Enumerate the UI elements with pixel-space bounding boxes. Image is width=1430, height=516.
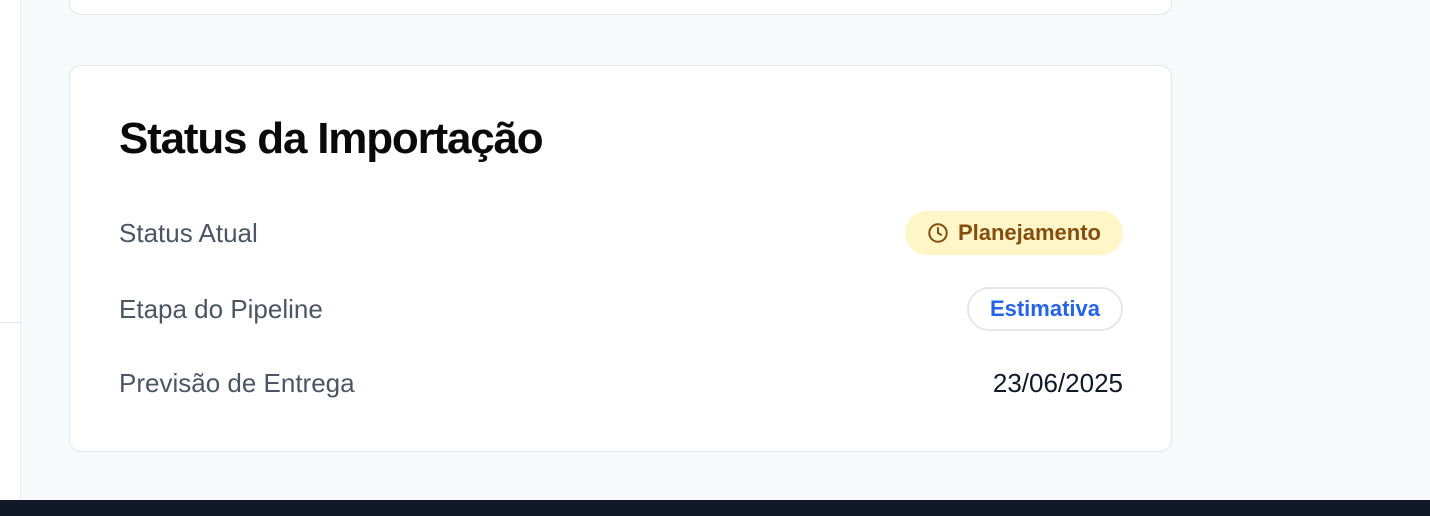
current-status-badge: Planejamento <box>904 211 1123 255</box>
bottom-bar <box>0 500 1430 516</box>
status-row-current: Status Atual Planejamento <box>119 211 1123 255</box>
left-sidebar-panel <box>0 0 21 500</box>
pipeline-stage-badge: Estimativa <box>966 287 1123 331</box>
status-row-delivery-forecast: Previsão de Entrega 23/06/2025 <box>119 361 1123 405</box>
current-status-label: Status Atual <box>119 217 258 248</box>
delivery-forecast-date: 23/06/2025 <box>992 367 1123 398</box>
current-status-value: Planejamento <box>957 220 1101 245</box>
import-status-card: Status da Importação Status Atual Planej… <box>69 65 1172 452</box>
pipeline-stage-label: Etapa do Pipeline <box>119 293 323 324</box>
card-title: Status da Importação <box>119 114 544 163</box>
delivery-forecast-label: Previsão de Entrega <box>119 367 355 398</box>
sidebar-divider <box>0 322 21 323</box>
status-row-pipeline-stage: Etapa do Pipeline Estimativa <box>119 287 1123 331</box>
clock-icon <box>927 222 949 244</box>
previous-card <box>69 0 1172 15</box>
